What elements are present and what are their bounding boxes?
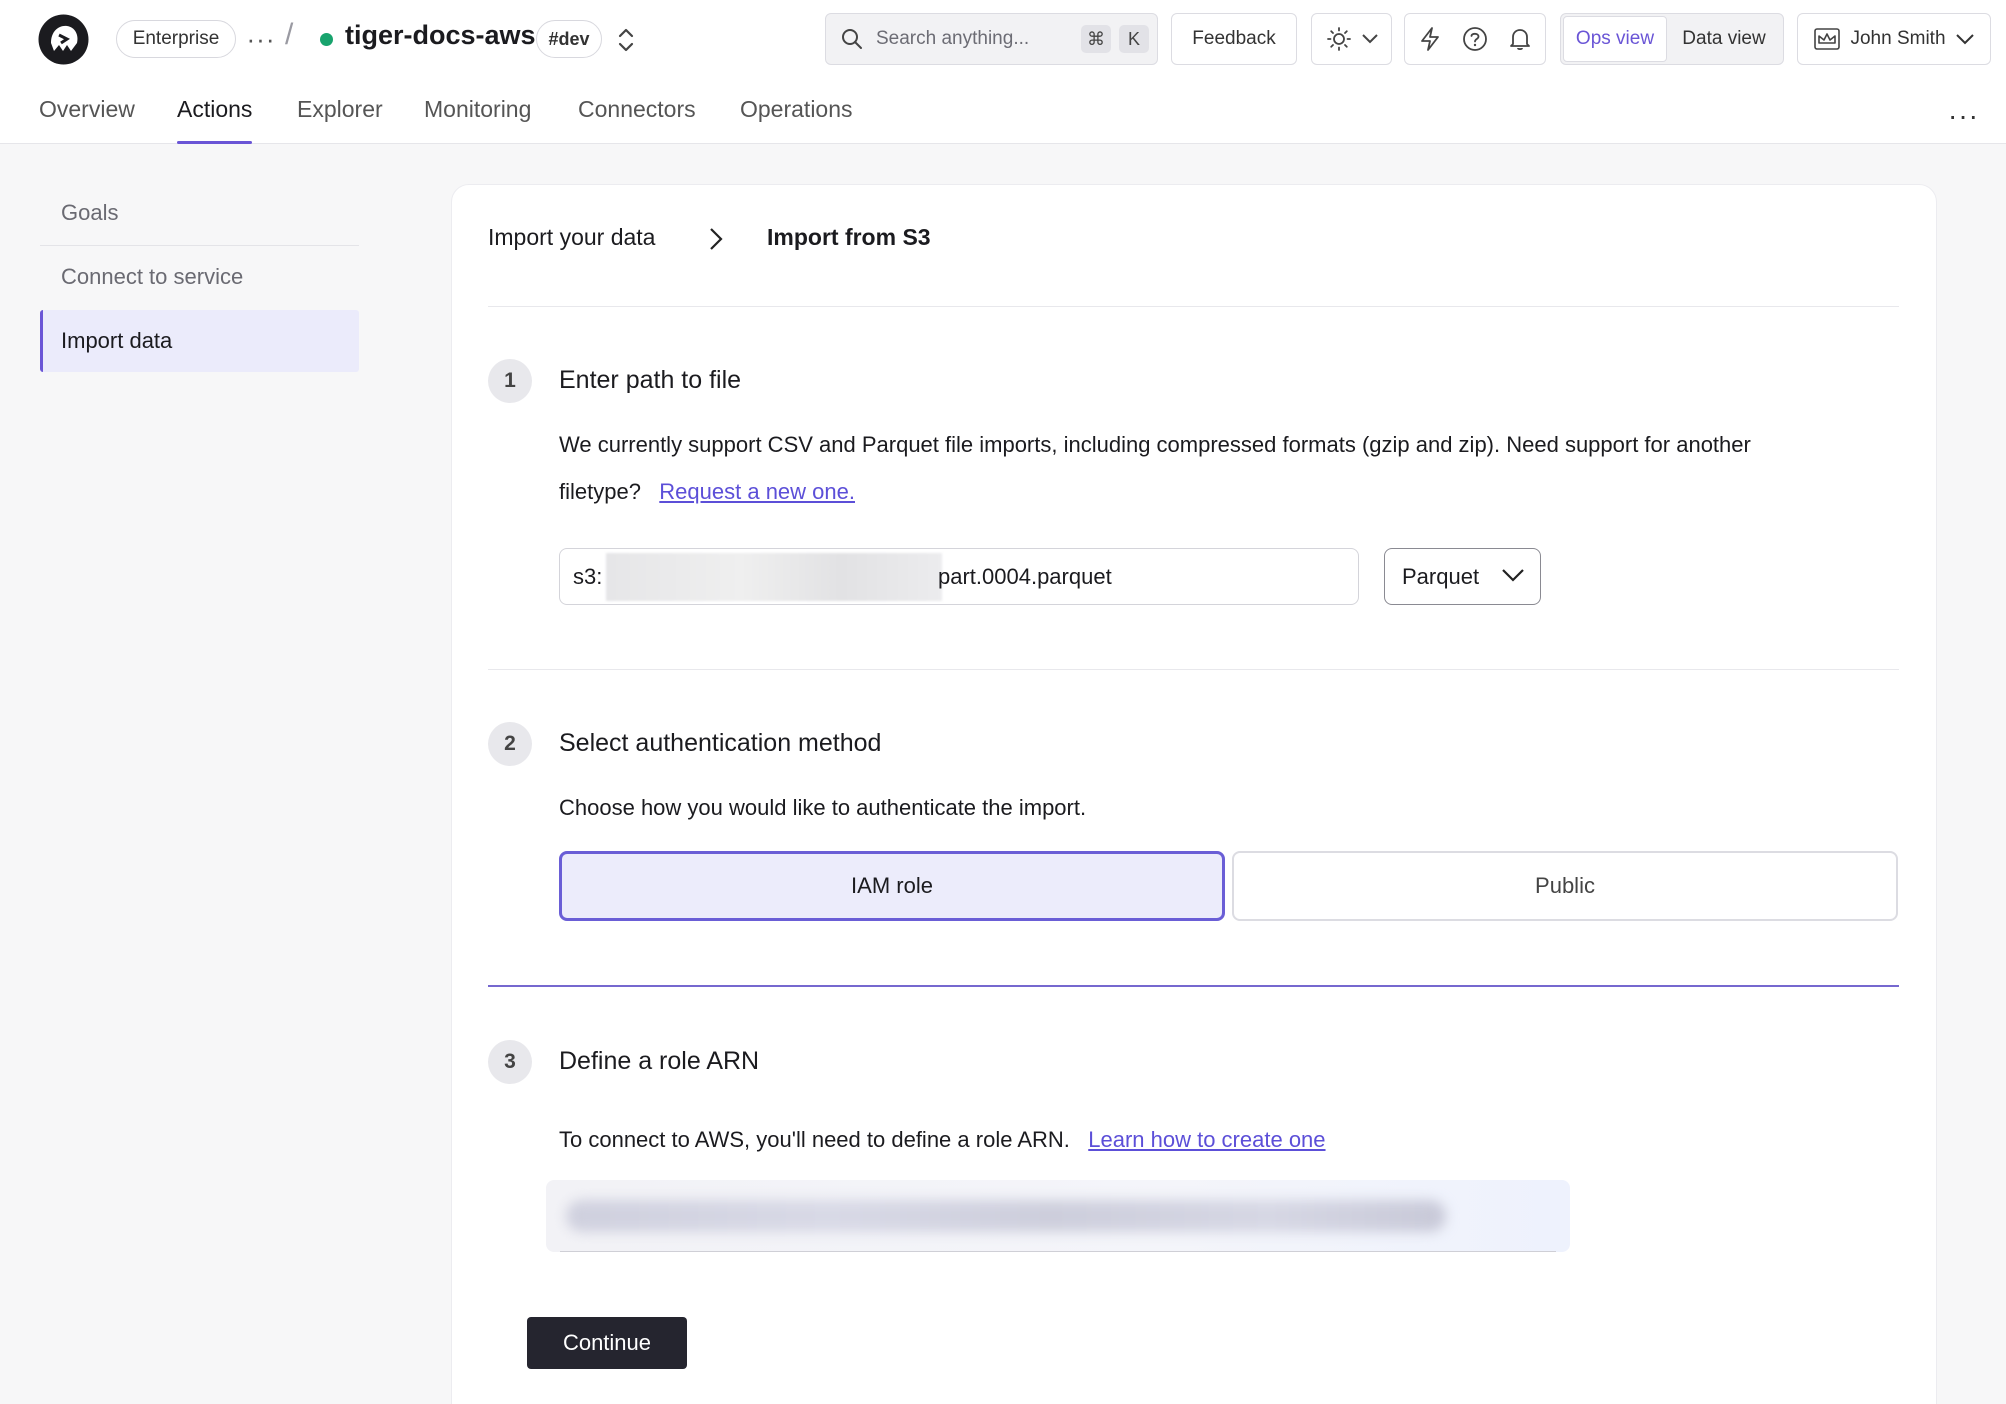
feedback-button[interactable]: Feedback: [1171, 13, 1297, 65]
tab-monitoring[interactable]: Monitoring: [424, 96, 531, 144]
tab-actions[interactable]: Actions: [177, 96, 253, 144]
step-3-description: To connect to AWS, you'll need to define…: [559, 1116, 1326, 1163]
shortcut-k-key: K: [1119, 25, 1149, 53]
step-1-badge: 1: [488, 359, 532, 403]
step-3-badge: 3: [488, 1040, 532, 1084]
user-name: John Smith: [1850, 28, 1946, 49]
top-header: Enterprise ··· / tiger-docs-aws #dev Sea…: [0, 0, 2006, 144]
step-2-description: Choose how you would like to authenticat…: [559, 795, 1087, 820]
main-nav: Overview Actions Explorer Monitoring Con…: [0, 96, 2006, 144]
breadcrumb-parent[interactable]: Import your data: [488, 224, 655, 251]
divider: [488, 669, 1899, 670]
tab-connectors[interactable]: Connectors: [578, 96, 696, 144]
help-icon[interactable]: [1462, 26, 1488, 52]
service-name[interactable]: tiger-docs-aws: [345, 20, 536, 51]
path-separator: /: [285, 18, 294, 51]
continue-button[interactable]: Continue: [527, 1317, 687, 1369]
chevron-right-icon: [710, 228, 723, 250]
ops-view-tab[interactable]: Ops view: [1563, 16, 1667, 62]
view-switcher: Ops view Data view: [1560, 13, 1784, 65]
iam-role-option[interactable]: IAM role: [559, 851, 1225, 921]
crown-icon: [1814, 28, 1841, 50]
sidebar-item-connect-to-service[interactable]: Connect to service: [40, 246, 359, 308]
plan-badge[interactable]: Enterprise: [116, 20, 236, 58]
search-bar[interactable]: Search anything... ⌘ K: [825, 13, 1158, 65]
environment-badge: #dev: [536, 20, 602, 58]
step-2-title: Select authentication method: [559, 729, 882, 757]
lightning-icon[interactable]: [1418, 26, 1442, 52]
redacted-path: [606, 553, 942, 601]
s3-path-input[interactable]: s3: part.0004.parquet: [559, 548, 1359, 605]
search-icon: [842, 29, 862, 49]
file-format-select[interactable]: Parquet: [1384, 548, 1541, 605]
s3-path-prefix: s3:: [573, 564, 603, 589]
shortcut-cmd-key: ⌘: [1081, 25, 1111, 53]
sidebar-item-import-data[interactable]: Import data: [40, 310, 359, 372]
more-options-icon[interactable]: ···: [245, 20, 277, 58]
step-1-description-line2: filetype? Request a new one.: [559, 468, 1751, 515]
step-1-filetype-text: filetype?: [559, 479, 641, 504]
request-filetype-link[interactable]: Request a new one.: [659, 479, 855, 504]
chevron-down-icon: [1955, 33, 1974, 44]
divider: [488, 985, 1899, 987]
data-view-tab[interactable]: Data view: [1667, 16, 1781, 62]
role-arn-input[interactable]: [546, 1180, 1570, 1252]
service-switcher-icon[interactable]: [612, 24, 640, 56]
theme-toggle[interactable]: [1311, 13, 1392, 65]
public-option[interactable]: Public: [1232, 851, 1898, 921]
service-status-dot: [320, 33, 333, 46]
nav-more-icon[interactable]: ···: [1948, 100, 1979, 132]
input-underline: [560, 1251, 1556, 1252]
tiger-logo-icon[interactable]: [37, 13, 90, 66]
file-format-value: Parquet: [1402, 563, 1480, 589]
learn-role-arn-link[interactable]: Learn how to create one: [1088, 1127, 1325, 1152]
step-1-description-line1: We currently support CSV and Parquet fil…: [559, 432, 1751, 457]
chevron-down-icon: [1502, 569, 1524, 582]
sun-icon: [1326, 27, 1351, 51]
tab-overview[interactable]: Overview: [39, 96, 135, 144]
tab-operations[interactable]: Operations: [740, 96, 853, 144]
redacted-arn: [566, 1200, 1446, 1232]
bell-icon[interactable]: [1508, 26, 1532, 52]
user-menu[interactable]: John Smith: [1797, 13, 1991, 65]
divider: [488, 306, 1899, 307]
tab-explorer[interactable]: Explorer: [297, 96, 383, 144]
step-3-description-text: To connect to AWS, you'll need to define…: [559, 1127, 1070, 1152]
sidebar-item-goals[interactable]: Goals: [40, 182, 359, 244]
search-placeholder: Search anything...: [876, 28, 1030, 49]
utility-icons: [1404, 13, 1546, 65]
step-1-title: Enter path to file: [559, 366, 742, 394]
step-1-description: We currently support CSV and Parquet fil…: [559, 421, 1751, 515]
step-3-title: Define a role ARN: [559, 1047, 760, 1075]
step-2-badge: 2: [488, 722, 532, 766]
s3-path-suffix: part.0004.parquet: [938, 564, 1112, 589]
chevron-down-icon: [1361, 34, 1378, 44]
breadcrumb-current: Import from S3: [767, 224, 931, 250]
